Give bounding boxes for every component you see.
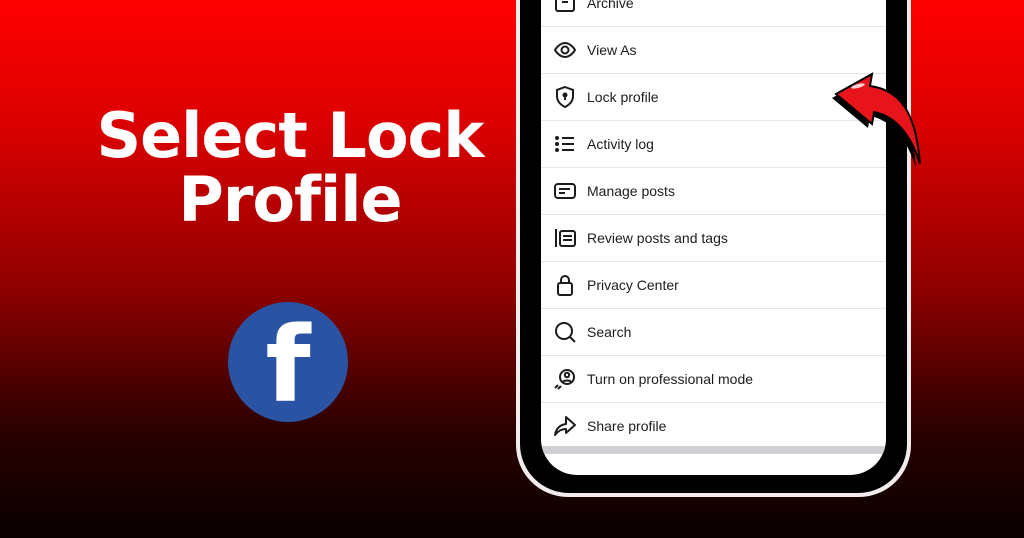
menu-item-manage-posts[interactable]: Manage posts [541,168,886,215]
headline-line-2: Profile [178,163,402,236]
red-arrow-pointer [832,72,921,168]
eye-icon [553,41,577,59]
menu-item-label: Search [587,324,632,340]
menu-item-label: Activity log [587,136,654,152]
shield-lock-icon [556,85,574,109]
menu-item-label: Review posts and tags [587,230,728,246]
headline-line-1: Select Lock [96,99,484,172]
posts-icon [554,183,576,199]
menu-item-label: Turn on professional mode [587,371,754,387]
lock-icon [557,275,573,296]
menu-item-label: Share profile [587,418,667,434]
menu-item-label: View As [587,42,637,58]
facebook-logo: f [228,302,348,422]
menu-item-share-profile[interactable]: Share profile [541,403,886,449]
menu-item-review-posts-and-tags[interactable]: Review posts and tags [541,215,886,262]
list-icon [555,136,574,152]
menu-item-privacy-center[interactable]: Privacy Center [541,262,886,309]
headline: Select Lock Profile [40,104,540,232]
search-icon [555,322,576,343]
section-divider [541,446,886,454]
menu-item-label: Privacy Center [587,277,679,293]
menu-item-label: Manage posts [587,183,675,199]
menu-item-view-as[interactable]: View As [541,27,886,74]
menu-item-label: Archive [587,0,634,11]
archive-icon [555,0,575,12]
facebook-logo-letter: f [265,304,311,426]
menu-item-search[interactable]: Search [541,309,886,356]
menu-item-label: Lock profile [587,89,659,105]
menu-item-professional-mode[interactable]: Turn on professional mode [541,356,886,403]
professional-icon [554,369,575,390]
menu-item-archive[interactable]: Archive [541,0,886,27]
share-icon [554,416,576,436]
tag-review-icon [555,229,576,247]
